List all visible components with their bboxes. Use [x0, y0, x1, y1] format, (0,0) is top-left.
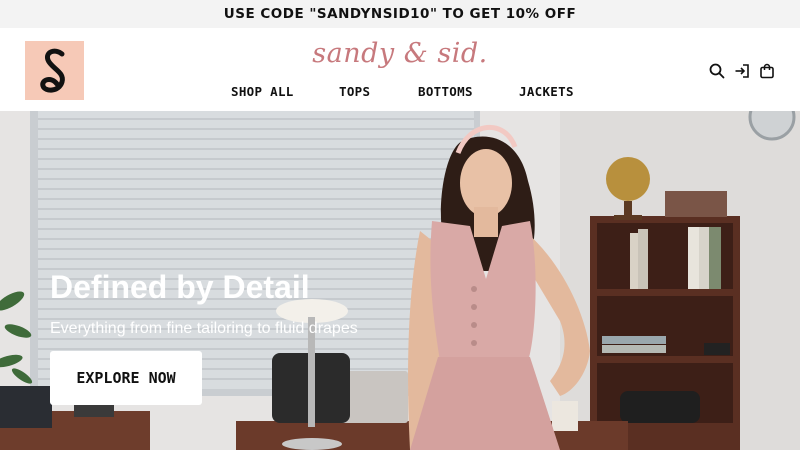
site-header: sandy & sid. SHOP ALL TOPS BOTTOMS JACKE… [0, 28, 800, 111]
login-icon[interactable] [733, 62, 751, 80]
brand-wordmark[interactable]: sandy & sid. [0, 38, 800, 69]
nav-tops[interactable]: TOPS [339, 84, 370, 99]
hero-subtitle: Everything from fine tailoring to fluid … [50, 320, 358, 337]
nav-jackets[interactable]: JACKETS [519, 84, 574, 99]
main-nav: SHOP ALL TOPS BOTTOMS JACKETS [0, 84, 800, 102]
announcement-text: USE CODE "SANDYNSID10" TO GET 10% OFF [223, 6, 577, 22]
hero-title: Defined by Detail [50, 269, 310, 305]
nav-bottoms[interactable]: BOTTOMS [418, 84, 473, 99]
hero-banner: Defined by Detail Everything from fine t… [0, 111, 800, 450]
cart-icon[interactable] [758, 62, 776, 80]
nav-shop-all[interactable]: SHOP ALL [231, 84, 294, 99]
explore-now-button[interactable]: EXPLORE NOW [50, 351, 202, 405]
search-icon[interactable] [708, 62, 726, 80]
announcement-bar: USE CODE "SANDYNSID10" TO GET 10% OFF [0, 0, 800, 28]
